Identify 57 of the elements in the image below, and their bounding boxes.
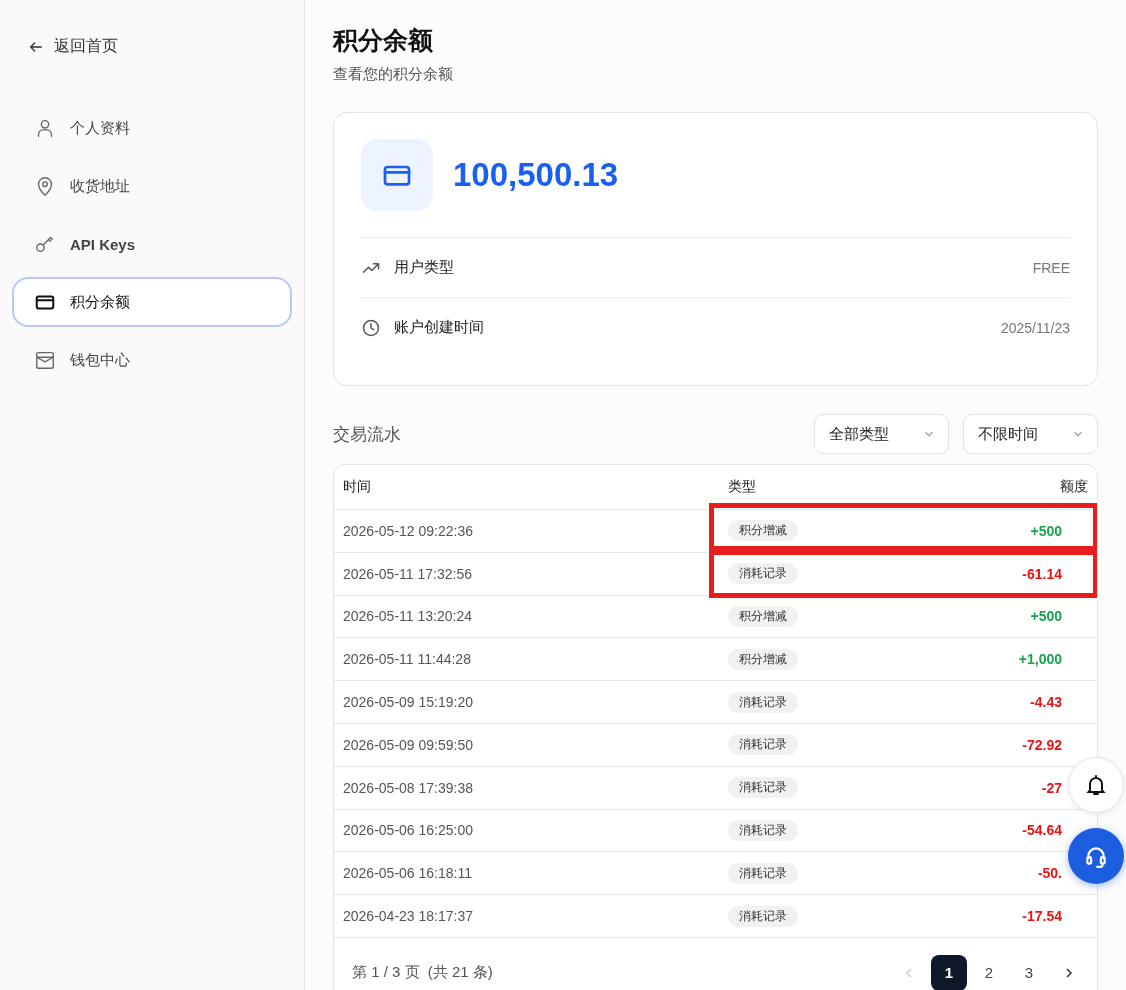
bell-icon [1084,773,1108,797]
amount-cell-text: -61.14 [1021,565,1063,582]
detail-label: 账户创建时间 [394,318,484,337]
time-cell-text: 2026-05-09 15:19:20 [343,694,474,711]
type-tag: 消耗记录 [728,691,798,713]
type-tag: 消耗记录 [728,563,798,585]
amount-cell-text: -17.54 [1021,908,1063,925]
detail-label: 用户类型 [394,258,454,277]
amount-cell-text: +500 [1029,608,1063,625]
sidebar-item[interactable]: 收货地址 [12,161,292,211]
time-cell-text: 2026-05-06 16:18:11 [343,865,473,882]
detail-value: 2025/11/23 [1000,319,1070,336]
amount-cell-text: -72.92 [1021,736,1063,753]
column-header: 额度 [1059,478,1088,496]
filter-dropdown[interactable]: 不限时间 [963,414,1098,454]
page-button[interactable]: 3 [1011,954,1047,990]
sidebar-item[interactable]: 个人资料 [12,103,292,153]
page-info: 第 1 / 3 页 (共 21 条) [352,963,493,983]
amount-cell-text: -50. [1036,865,1063,882]
type-tag: 积分增减 [728,606,798,627]
page-button[interactable]: 2 [971,954,1007,990]
type-tag: 积分增减 [728,520,798,542]
type-tag: 消耗记录 [728,734,798,756]
sidebar-item[interactable]: 积分余额 [12,277,292,327]
time-cell-text: 2026-05-09 09:59:50 [343,736,474,753]
wallet-icon [34,349,56,371]
support-button[interactable] [1068,828,1124,884]
column-header: 时间 [343,478,372,496]
page-button[interactable]: 1 [931,954,967,990]
type-tag: 消耗记录 [728,819,798,841]
amount-cell-text: +1,000 [1017,651,1063,668]
sidebar-item[interactable]: API Keys [12,219,292,269]
type-tag: 消耗记录 [728,905,798,927]
page-subtitle: 查看您的积分余额 [333,65,454,84]
time-cell-text: 2026-05-06 16:25:00 [343,822,474,839]
type-tag: 积分增减 [728,648,798,670]
column-header: 类型 [728,478,757,496]
amount-cell-text: -27 [1040,779,1063,796]
time-cell-text: 2026-05-12 09:22:36 [343,522,474,539]
filter-dropdown[interactable]: 全部类型 [814,414,949,454]
time-cell-text: 2026-05-11 17:32:56 [343,565,473,582]
page-title: 积分余额 [333,25,434,56]
time-cell-text: 2026-05-11 13:20:24 [343,608,473,625]
amount-cell-text: -54.64 [1021,822,1063,839]
detail-value: FREE [1032,259,1070,276]
time-cell-text: 2026-05-11 11:44:28 [343,651,472,668]
back-link[interactable]: 返回首页 [12,36,292,57]
balance-amount: 100,500.13 [453,156,619,194]
amount-cell-text: +500 [1029,522,1063,539]
type-tag: 消耗记录 [728,777,798,799]
type-tag: 消耗记录 [728,862,798,884]
amount-cell-text: -4.43 [1029,694,1063,711]
time-cell-text: 2026-04-23 18:17:37 [343,908,474,925]
clock-icon [361,317,381,338]
section-title: 交易流水 [333,423,401,446]
time-cell-text: 2026-05-08 17:39:38 [343,779,474,796]
sidebar-item[interactable]: 钱包中心 [12,335,292,385]
